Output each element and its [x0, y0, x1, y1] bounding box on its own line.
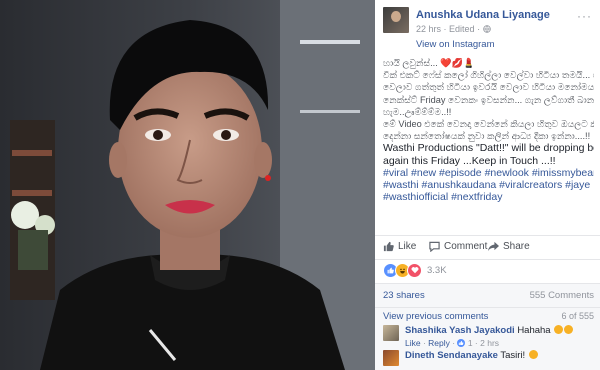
post-text-line: වීක් එකට් ෆේස් කලෝ ගිහිල්ලා වෙල්වා හිටිය… — [383, 70, 594, 81]
post-text-line: නෙක්ස්ට් Friday වෙනකං ඉවසන්න... ගැන ලව්ග… — [383, 94, 594, 105]
view-on-instagram-link[interactable]: View on Instagram — [416, 39, 495, 50]
laughing-emoji-icon — [554, 325, 564, 334]
post-options-icon[interactable]: ··· — [577, 9, 592, 23]
comment-body: Dineth Sendanayake Tasiri! — [405, 350, 538, 361]
post-header: Anushka Udana Liyanage 22 hrs · Edited ·… — [383, 7, 594, 50]
post-time[interactable]: 22 hrs — [416, 24, 441, 34]
edited-label[interactable]: Edited — [449, 24, 475, 34]
hashtag-line[interactable]: #wasthiofficial #nextfriday — [383, 191, 594, 203]
author-avatar[interactable] — [383, 7, 409, 33]
divider — [375, 235, 600, 236]
thumbs-up-icon — [383, 241, 394, 252]
commenter-name[interactable]: Dineth Sendanayake — [405, 350, 498, 361]
post-text-line: වෙලාව ගත්තුත් හිටියා ඉවරයි වෙලාව හිටියා … — [383, 82, 594, 93]
post-text-line: හැම..ඌම්ම්ම්ම..!! — [383, 106, 452, 117]
comment-reaction-count: 1 — [467, 338, 473, 348]
meta-separator: · — [477, 24, 481, 34]
comment-like-icon — [457, 338, 467, 348]
reaction-count: 3.3K — [427, 264, 447, 276]
comment-meta: Like · Reply · 1 · 2 hrs — [405, 338, 500, 348]
post-text-line: දෙන්නා සන්තෝෂයක් නුවා කලින් ආධ්‍ය දීකා ඉ… — [383, 131, 591, 142]
share-icon — [488, 241, 499, 252]
post-photo[interactable] — [0, 0, 375, 370]
comments-count-link[interactable]: 555 Comments — [530, 290, 594, 301]
commenter-avatar[interactable] — [383, 325, 399, 341]
comment-text: Tasiri! — [500, 350, 526, 361]
love-reaction-icon — [407, 262, 422, 278]
like-label: Like — [398, 241, 417, 252]
like-button[interactable]: Like — [383, 241, 416, 252]
share-button[interactable]: Share — [488, 241, 530, 252]
share-label: Share — [503, 241, 530, 252]
post-text-english: again this Friday ...Keep in Touch ...!! — [383, 154, 556, 167]
commenter-name[interactable]: Shashika Yash Jayakodi — [405, 325, 515, 336]
post-text-english: Wasthi Productions "Datt!!" will be drop… — [383, 142, 594, 155]
hashtag-line[interactable]: #wasthi #anushkaudana #viralcreators #ja… — [383, 179, 594, 191]
comments-section: View previous comments 6 of 555 Shashika… — [375, 307, 600, 370]
meta-separator: · — [443, 24, 447, 34]
globe-icon — [482, 24, 491, 34]
comment-body: Shashika Yash Jayakodi Hahaha — [405, 325, 574, 336]
shares-link[interactable]: 23 shares — [383, 290, 425, 301]
comment-button[interactable]: Comment — [429, 241, 487, 252]
comment-time[interactable]: 2 hrs — [480, 338, 499, 348]
comment-label: Comment — [444, 241, 488, 252]
comment-reply-link[interactable]: Reply — [428, 338, 450, 348]
view-previous-comments-link[interactable]: View previous comments — [383, 311, 488, 322]
divider — [375, 283, 600, 284]
commenter-avatar[interactable] — [383, 350, 399, 366]
post-meta: 22 hrs · Edited · — [416, 24, 491, 34]
divider — [375, 307, 600, 308]
comment-like-link[interactable]: Like — [405, 338, 421, 348]
post-text: හායි ලවුන්ස්... ❤️💋💄 වීක් එකට් ෆේස් කලෝ … — [383, 57, 594, 203]
hashtag-line[interactable]: #viral #new #episode #newlook #imissmybe… — [383, 167, 594, 179]
comment-text: Hahaha — [517, 325, 551, 336]
comments-range: 6 of 555 — [561, 311, 594, 321]
post-actions: Like Comment Share — [383, 241, 594, 255]
engagement-stats: 23 shares 555 Comments — [375, 283, 600, 307]
post-text-line: මේ Video එකේ වෙනදා වෙන්නේ කියලා හිතුව ඔය… — [383, 119, 594, 130]
post-text-line: හායි ලවුන්ස්... ❤️💋💄 — [383, 58, 475, 68]
emoji-icon — [528, 350, 538, 359]
reactions-summary[interactable]: 3.3K — [383, 262, 447, 278]
divider — [375, 259, 600, 260]
selfie-image — [0, 0, 375, 370]
author-name[interactable]: Anushka Udana Liyanage — [416, 9, 550, 21]
laughing-emoji-icon — [564, 325, 574, 334]
post-panel: Anushka Udana Liyanage 22 hrs · Edited ·… — [375, 0, 600, 370]
comment-icon — [429, 241, 440, 252]
